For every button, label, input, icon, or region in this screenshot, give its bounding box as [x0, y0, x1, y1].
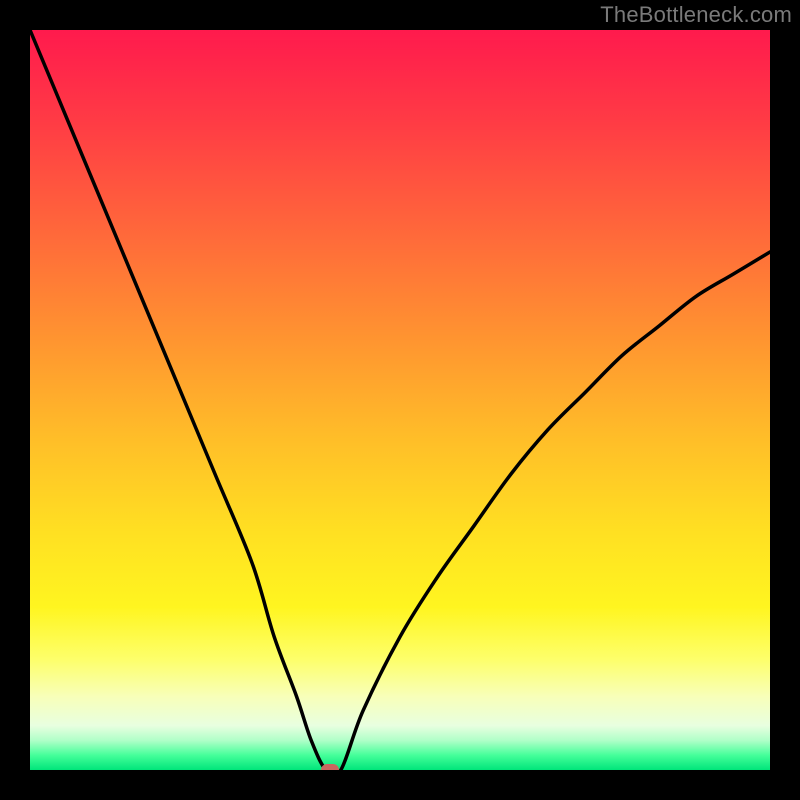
chart-frame: TheBottleneck.com: [0, 0, 800, 800]
curve-path: [30, 30, 770, 770]
watermark-text: TheBottleneck.com: [600, 2, 792, 28]
optimal-marker: [321, 764, 339, 770]
plot-area: [30, 30, 770, 770]
bottleneck-curve: [30, 30, 770, 770]
